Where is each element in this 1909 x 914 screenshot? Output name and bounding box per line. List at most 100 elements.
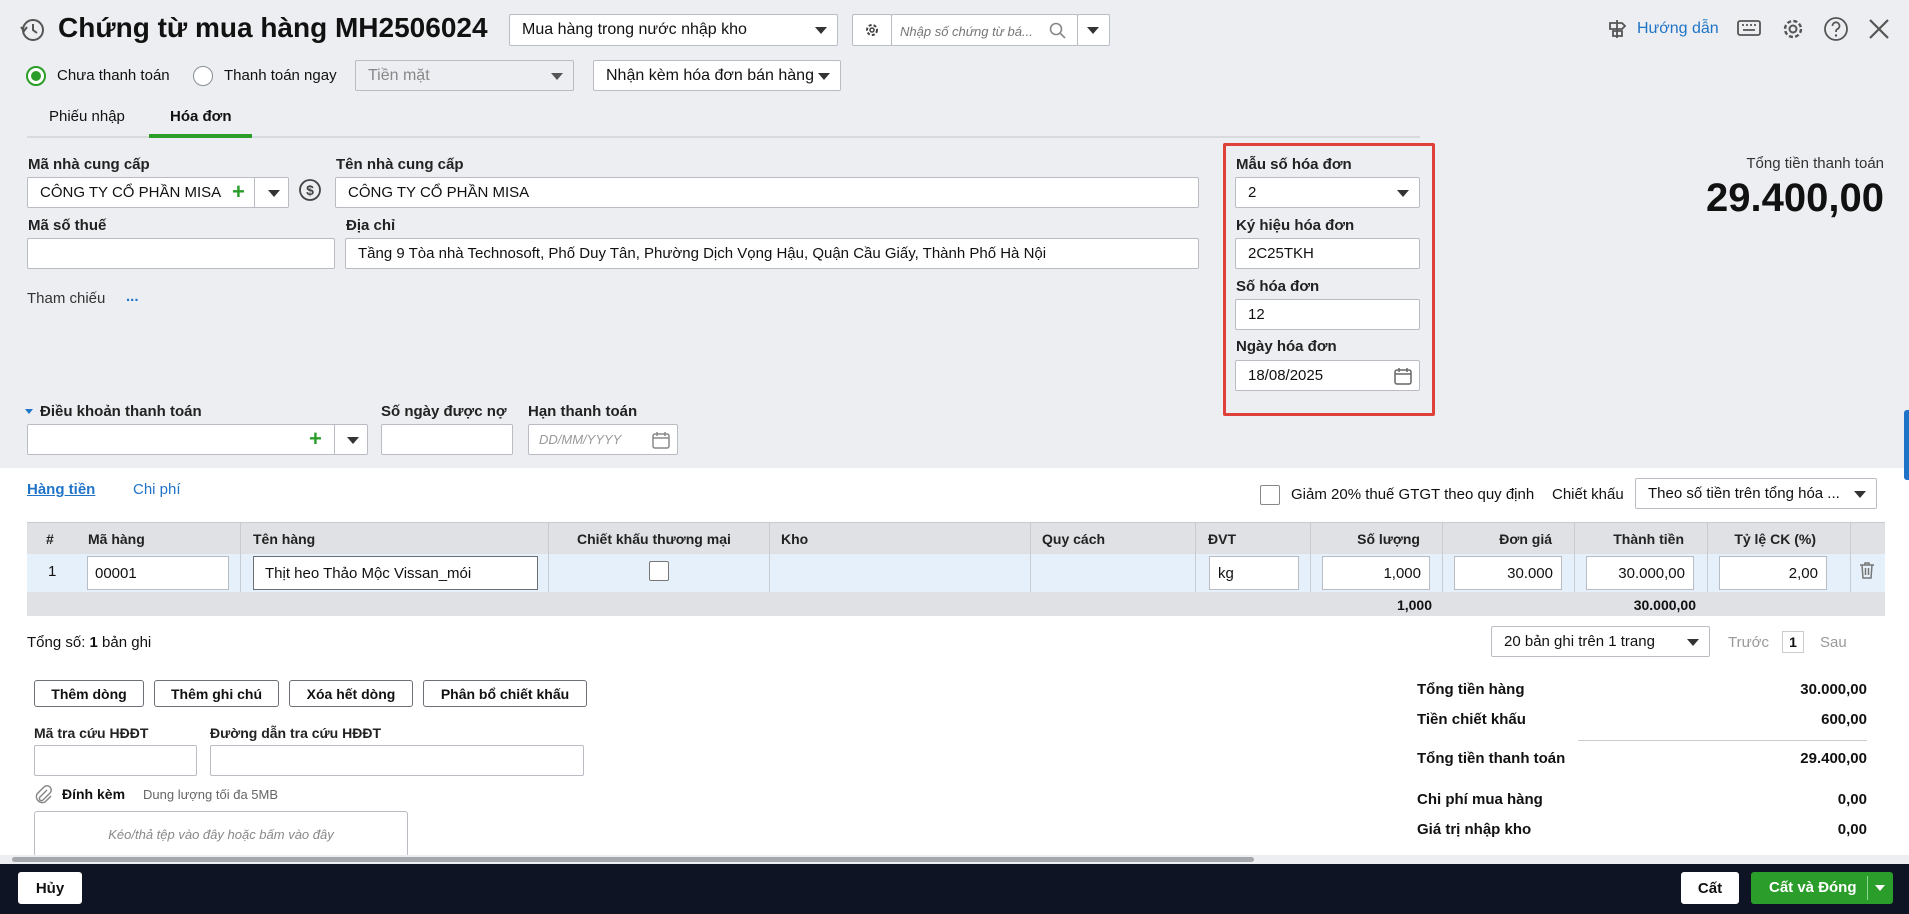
search-icon[interactable]	[1049, 22, 1067, 40]
tax-code-input[interactable]	[27, 238, 335, 269]
payment-method-select: Tiền mặt	[355, 60, 574, 91]
terms-select[interactable]: +	[27, 424, 368, 455]
tab-receipt[interactable]: Phiếu nhập	[49, 108, 125, 125]
current-page[interactable]: 1	[1782, 631, 1804, 653]
invoice-date-value: 18/08/2025	[1248, 367, 1324, 384]
due-date-input[interactable]: DD/MM/YYYY	[528, 424, 678, 455]
summary-cost-value: 0,00	[1837, 791, 1867, 808]
row-amount-input[interactable]: 30.000,00	[1586, 556, 1694, 590]
lookup-url-input[interactable]	[210, 745, 584, 776]
vat-reduce-label: Giảm 20% thuế GTGT theo quy định	[1291, 486, 1535, 503]
calendar-icon[interactable]	[1393, 366, 1413, 386]
supplier-code-select[interactable]: CÔNG TY CỔ PHẦN MISA +	[27, 177, 289, 208]
attach-label: Đính kèm	[62, 786, 126, 802]
drop-hint: Kéo/thả tệp vào đây hoặc bấm vào đây	[108, 826, 334, 842]
col-qty: Số lượng	[1357, 531, 1420, 547]
delete-all-rows-button[interactable]: Xóa hết dòng	[289, 680, 413, 707]
trash-icon[interactable]	[1858, 560, 1876, 585]
address-input[interactable]: Tầng 9 Tòa nhà Technosoft, Phố Duy Tân, …	[345, 238, 1199, 269]
guide-label: Hướng dẫn	[1637, 20, 1719, 37]
col-amount: Thành tiền	[1613, 531, 1684, 547]
radio-paid-now[interactable]	[193, 66, 213, 86]
invoice-number-input[interactable]: 12	[1235, 299, 1420, 330]
calendar-icon[interactable]	[651, 430, 671, 450]
allocate-discount-button[interactable]: Phân bổ chiết khấu	[423, 680, 587, 707]
signpost-icon	[1609, 20, 1627, 38]
record-count-number: 1	[89, 634, 98, 651]
supplier-code-label: Mã nhà cung cấp	[28, 156, 150, 173]
invoice-form-select[interactable]: 2	[1235, 177, 1420, 208]
collapse-terms-icon[interactable]	[25, 409, 33, 414]
summary-stock-value: 0,00	[1837, 821, 1867, 838]
row-unit-input[interactable]: kg	[1209, 556, 1299, 590]
tab-invoice[interactable]: Hóa đơn	[170, 108, 232, 125]
reference-more-link[interactable]: ...	[126, 288, 139, 305]
voucher-search-dropdown[interactable]	[1077, 14, 1110, 46]
settings-small-button[interactable]	[852, 14, 892, 46]
horizontal-scrollbar[interactable]	[0, 855, 1909, 864]
history-icon[interactable]	[18, 16, 46, 44]
row-code-input[interactable]: 00001	[87, 556, 229, 590]
settings-icon[interactable]	[1780, 16, 1806, 47]
voucher-type-select[interactable]: Mua hàng trong nước nhập kho	[509, 14, 838, 46]
reference-label: Tham chiếu	[27, 290, 106, 307]
col-idx: #	[46, 531, 54, 547]
add-row-button[interactable]: Thêm dòng	[34, 680, 144, 707]
save-close-button[interactable]: Cất và Đóng	[1751, 872, 1893, 904]
discount-value: Theo số tiền trên tổng hóa ...	[1648, 485, 1840, 502]
add-terms-icon[interactable]: +	[309, 428, 322, 450]
save-button[interactable]: Cất	[1681, 872, 1739, 904]
col-unit: ĐVT	[1208, 531, 1236, 547]
save-close-label: Cất và Đóng	[1769, 879, 1857, 896]
radio-unpaid[interactable]	[26, 66, 46, 86]
row-name-value: Thịt heo Thảo Mộc Vissan_mói	[265, 564, 472, 582]
close-icon[interactable]	[1866, 16, 1892, 47]
next-page-button[interactable]: Sau	[1820, 634, 1847, 651]
summary-pay-label: Tổng tiền thanh toán	[1417, 750, 1566, 767]
page-size-select[interactable]: 20 bản ghi trên 1 trang	[1491, 626, 1710, 657]
summary-discount-label: Tiền chiết khấu	[1417, 711, 1526, 728]
row-price-input[interactable]: 30.000	[1454, 556, 1562, 590]
keyboard-icon[interactable]	[1736, 17, 1762, 46]
row-code-value: 00001	[95, 564, 137, 582]
terms-label: Điều khoản thanh toán	[40, 403, 202, 420]
invoice-date-input[interactable]: 18/08/2025	[1235, 360, 1420, 391]
lookup-code-input[interactable]	[34, 745, 197, 776]
supplier-name-input[interactable]: CÔNG TY CỔ PHẦN MISA	[335, 177, 1199, 208]
voucher-search-input[interactable]	[900, 21, 1040, 41]
scrollbar-thumb[interactable]	[12, 857, 1254, 862]
supplier-name-label: Tên nhà cung cấp	[336, 156, 464, 173]
grand-total-label: Tổng tiền thanh toán	[1746, 155, 1884, 172]
file-drop-zone[interactable]: Kéo/thả tệp vào đây hoặc bấm vào đây	[34, 811, 408, 857]
due-date-placeholder: DD/MM/YYYY	[539, 432, 622, 447]
add-supplier-icon[interactable]: +	[232, 181, 245, 203]
summary-pay-value: 29.400,00	[1800, 750, 1867, 767]
guide-link[interactable]: Hướng dẫn	[1605, 16, 1719, 42]
invoice-symbol-input[interactable]: 2C25TKH	[1235, 238, 1420, 269]
invoice-receive-value: Nhận kèm hóa đơn bán hàng	[606, 66, 814, 84]
help-icon[interactable]	[1823, 16, 1849, 47]
cancel-button[interactable]: Hủy	[18, 872, 82, 904]
save-close-dropdown-icon[interactable]	[1875, 885, 1885, 891]
side-panel-handle[interactable]	[1904, 410, 1909, 480]
tab-cost[interactable]: Chi phí	[133, 481, 181, 498]
currency-icon[interactable]: $	[298, 178, 322, 207]
credit-days-input[interactable]	[381, 424, 513, 455]
invoice-form-value: 2	[1248, 184, 1257, 201]
invoice-receive-select[interactable]: Nhận kèm hóa đơn bán hàng	[593, 60, 841, 91]
discount-select[interactable]: Theo số tiền trên tổng hóa ...	[1635, 478, 1877, 509]
add-note-button[interactable]: Thêm ghi chú	[154, 680, 279, 707]
voucher-search-box[interactable]	[891, 14, 1078, 46]
row-name-input[interactable]: Thịt heo Thảo Mộc Vissan_mói	[253, 556, 538, 590]
row-qty-input[interactable]: 1,000	[1322, 556, 1430, 590]
tab-goods[interactable]: Hàng tiền	[27, 481, 95, 498]
grand-total-value: 29.400,00	[1706, 176, 1884, 220]
row-rate-input[interactable]: 2,00	[1719, 556, 1827, 590]
invoice-symbol-value: 2C25TKH	[1248, 245, 1314, 262]
row-trade-discount-checkbox[interactable]	[649, 561, 669, 581]
summary-stock-label: Giá trị nhập kho	[1417, 821, 1532, 838]
radio-unpaid-label: Chưa thanh toán	[57, 67, 170, 84]
col-code: Mã hàng	[88, 531, 145, 547]
prev-page-button[interactable]: Trước	[1728, 634, 1769, 651]
vat-reduce-checkbox[interactable]	[1260, 485, 1280, 505]
